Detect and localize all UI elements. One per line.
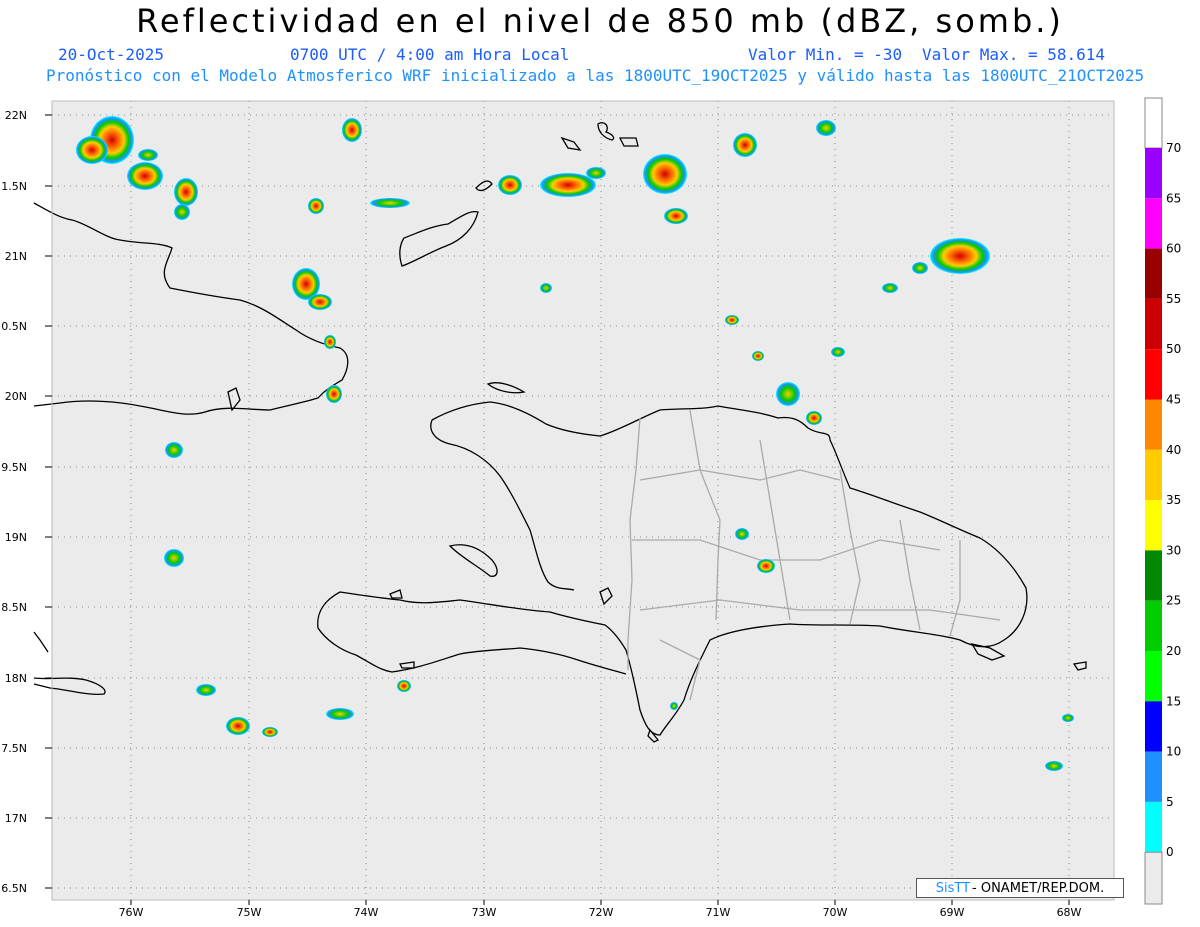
colorbar-tick-label: 25 <box>1166 594 1181 608</box>
lat-label: 22N <box>5 109 27 122</box>
colorbar-segment <box>1145 801 1162 853</box>
sistt-logo: SisTT <box>935 880 971 896</box>
lat-label: 1.5N <box>1 180 27 193</box>
lon-label: 75W <box>237 906 262 919</box>
colorbar-segment <box>1145 701 1162 752</box>
latitude-labels: 22N 1.5N 21N 0.5N 20N 9.5N 19N 8.5N 18N … <box>1 109 27 895</box>
colorbar-tick-label: 20 <box>1166 644 1181 658</box>
map-background <box>52 101 1114 900</box>
colorbar-tick-label: 35 <box>1166 493 1181 507</box>
lon-label: 76W <box>119 906 144 919</box>
colorbar-tick-label: 5 <box>1166 795 1174 809</box>
colorbar-segment <box>1145 651 1162 702</box>
lat-label: 6.5N <box>1 882 27 895</box>
colorbar-tick-label: 55 <box>1166 292 1181 306</box>
lat-label: 18N <box>5 672 27 685</box>
colorbar-segment <box>1145 449 1162 501</box>
colorbar-segment <box>1144 97 1163 149</box>
colorbar-tick-label: 50 <box>1166 342 1181 356</box>
lat-label: 17N <box>5 812 27 825</box>
colorbar-segment <box>1145 198 1162 249</box>
credit-box: SisTT - ONAMET/REP.DOM. <box>916 878 1124 898</box>
colorbar-tick-label: 45 <box>1166 393 1181 407</box>
colorbar: 7065605550454035302520151050 <box>1144 97 1181 905</box>
colorbar-segment <box>1145 550 1162 601</box>
lat-label: 20N <box>5 390 27 403</box>
lat-label: 21N <box>5 250 27 263</box>
colorbar-tick-label: 40 <box>1166 443 1181 457</box>
colorbar-segment <box>1145 500 1162 551</box>
colorbar-segment <box>1145 399 1162 450</box>
colorbar-tick-label: 70 <box>1166 141 1181 155</box>
colorbar-segment <box>1144 851 1163 905</box>
colorbar-tick-label: 15 <box>1166 694 1181 708</box>
lon-label: 69W <box>940 906 965 919</box>
lat-label: 8.5N <box>1 601 27 614</box>
lat-label: 7.5N <box>1 742 27 755</box>
colorbar-tick-label: 65 <box>1166 191 1181 205</box>
colorbar-tick-label: 60 <box>1166 242 1181 256</box>
colorbar-tick-label: 10 <box>1166 745 1181 759</box>
colorbar-tick-label: 30 <box>1166 543 1181 557</box>
longitude-labels: 76W 75W 74W 73W 72W 71W 70W 69W 68W <box>119 906 1082 919</box>
lon-label: 74W <box>354 906 379 919</box>
colorbar-segment <box>1145 600 1162 651</box>
lon-label: 73W <box>472 906 497 919</box>
lon-label: 70W <box>823 906 848 919</box>
colorbar-segment <box>1145 751 1162 802</box>
lat-label: 19N <box>5 531 27 544</box>
lat-label: 9.5N <box>1 461 27 474</box>
credit-text: - ONAMET/REP.DOM. <box>972 880 1105 896</box>
lon-label: 68W <box>1057 906 1082 919</box>
colorbar-segment <box>1145 298 1162 350</box>
reflectivity-map: 22N 1.5N 21N 0.5N 20N 9.5N 19N 8.5N 18N … <box>1 97 1181 919</box>
lat-label: 0.5N <box>1 320 27 333</box>
colorbar-segment <box>1145 248 1162 299</box>
colorbar-segment <box>1145 148 1162 199</box>
colorbar-segment <box>1145 349 1162 400</box>
colorbar-tick-label: 0 <box>1166 845 1174 859</box>
lon-label: 71W <box>706 906 731 919</box>
lon-label: 72W <box>589 906 614 919</box>
